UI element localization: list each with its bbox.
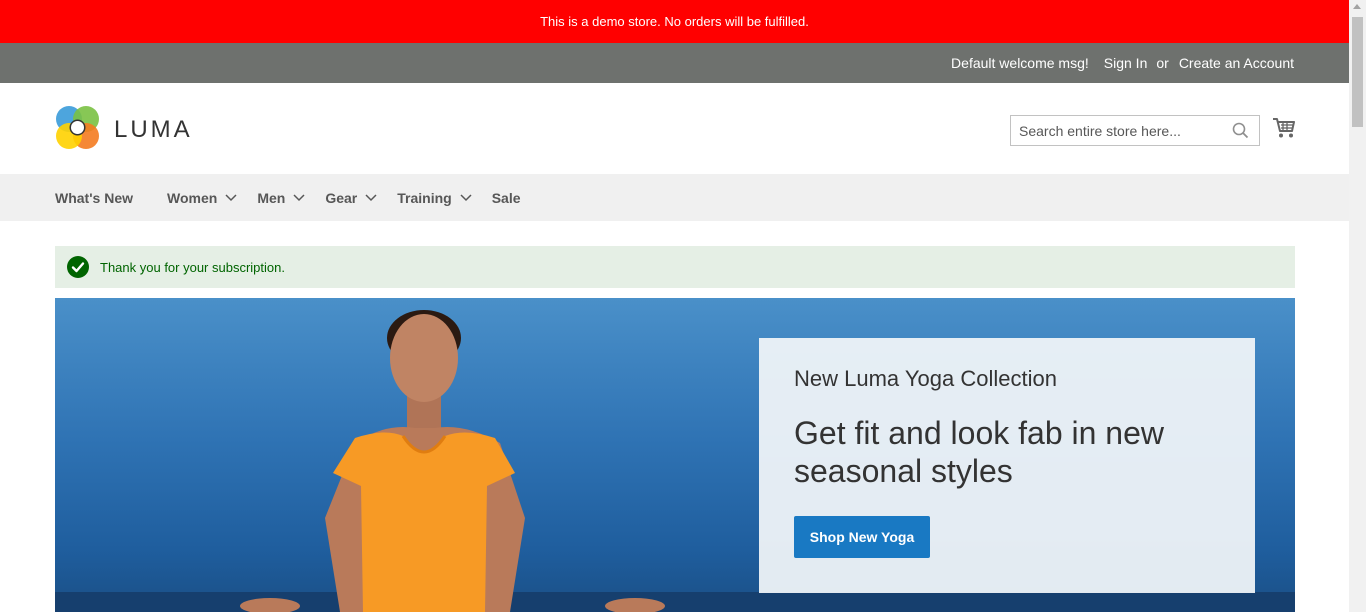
nav-item-whats-new[interactable]: What's New (55, 190, 133, 206)
promo-panel: New Luma Yoga Collection Get fit and loo… (759, 338, 1255, 593)
promo-subtitle: New Luma Yoga Collection (794, 366, 1057, 391)
nav-item-label: Women (167, 189, 218, 206)
luma-logo-icon (55, 105, 100, 155)
promo-title: Get fit and look fab in new seasonal sty… (794, 415, 1164, 489)
welcome-message: Default welcome msg! (951, 55, 1089, 71)
site-header: LUMA (0, 83, 1349, 174)
logo-link[interactable]: LUMA (55, 105, 193, 155)
nav-item-training[interactable]: Training (397, 189, 472, 206)
main-navigation: What's New Women Men Gear Training Sale (0, 174, 1349, 221)
search-box (1010, 115, 1260, 146)
sign-in-link[interactable]: Sign In (1104, 55, 1148, 71)
nav-item-label: What's New (55, 189, 134, 206)
demo-notice-text: This is a demo store. No orders will be … (540, 14, 809, 29)
or-separator: or (1156, 55, 1169, 71)
hero-banner[interactable]: New Luma Yoga Collection Get fit and loo… (55, 298, 1295, 612)
chevron-down-icon (293, 193, 305, 202)
search-icon[interactable] (1232, 122, 1249, 144)
nav-item-label: Gear (325, 189, 358, 206)
success-message: Thank you for your subscription. (55, 246, 1295, 288)
demo-notice-bar: This is a demo store. No orders will be … (0, 0, 1349, 43)
nav-item-gear[interactable]: Gear (325, 190, 377, 206)
chevron-down-icon (365, 193, 377, 202)
shop-new-yoga-button[interactable]: Shop New Yoga (794, 516, 930, 558)
create-account-link[interactable]: Create an Account (1179, 55, 1294, 71)
chevron-down-icon (460, 193, 472, 202)
chevron-down-icon (225, 193, 237, 202)
panel-header: Default welcome msg! Sign In or Create a… (0, 43, 1349, 83)
scrollbar-thumb[interactable] (1352, 17, 1363, 127)
nav-item-men[interactable]: Men (257, 190, 305, 206)
nav-item-women[interactable]: Women (167, 190, 237, 206)
logo-text: LUMA (114, 116, 193, 143)
cart-icon[interactable] (1272, 117, 1296, 144)
nav-item-label: Men (257, 189, 286, 206)
page-scrollbar[interactable] (1349, 0, 1366, 612)
search-input[interactable] (1011, 116, 1229, 145)
check-circle-icon (67, 256, 89, 278)
nav-item-label: Sale (491, 189, 521, 206)
yoga-woman-image (240, 310, 665, 612)
success-message-text: Thank you for your subscription. (100, 259, 285, 275)
header-links: Default welcome msg! Sign In or Create a… (951, 43, 1294, 83)
nav-item-sale[interactable]: Sale (492, 190, 521, 206)
nav-item-label: Training (397, 189, 452, 206)
scroll-up-arrow-icon[interactable] (1353, 4, 1361, 9)
